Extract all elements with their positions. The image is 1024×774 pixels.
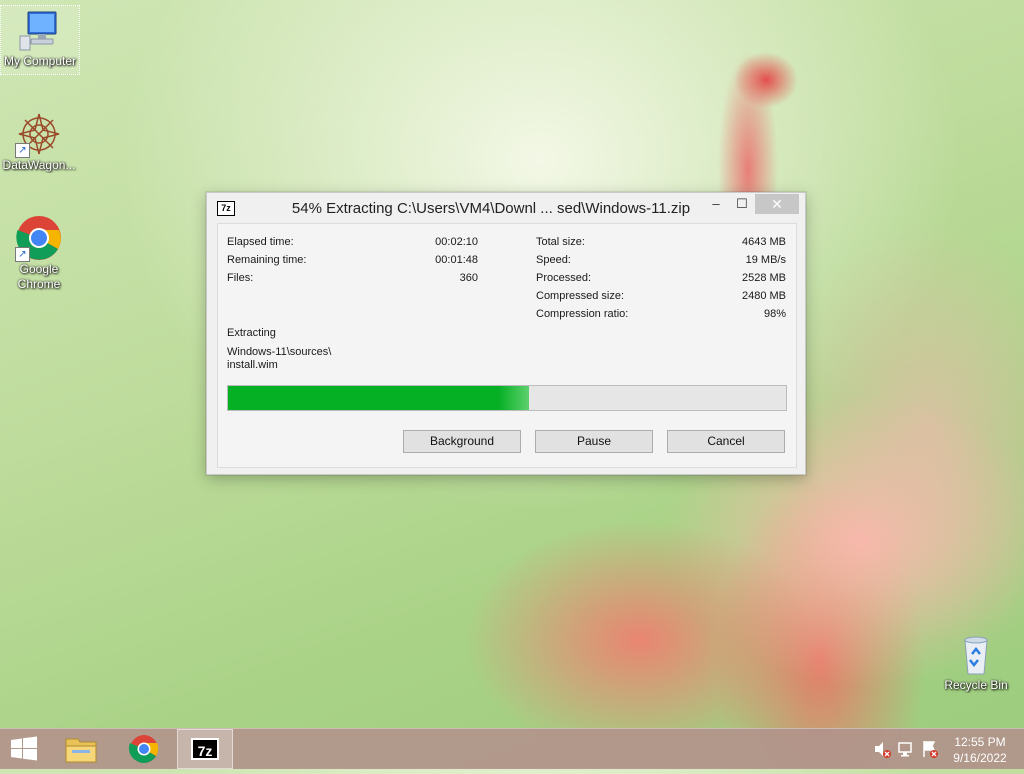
background-button[interactable]: Background bbox=[403, 430, 521, 453]
stat-label: Total size: bbox=[536, 236, 585, 248]
stat-value: 2528 MB bbox=[741, 272, 786, 284]
taskbar-7zip[interactable]: 7z bbox=[177, 729, 233, 769]
stat-row-remaining: Remaining time: 00:01:48 bbox=[227, 254, 478, 272]
taskbar-clock[interactable]: 12:55 PM 9/16/2022 bbox=[945, 734, 1015, 766]
dialog-titlebar[interactable]: 7z 54% Extracting C:\Users\VM4\Downl ...… bbox=[207, 193, 805, 223]
file-explorer-icon bbox=[65, 738, 97, 763]
shortcut-arrow-icon: ↗ bbox=[15, 143, 30, 158]
desktop-icon-label: DataWagon... bbox=[2, 158, 76, 172]
current-file-path: Windows-11\sources\ install.wim bbox=[227, 346, 427, 372]
status-label: Extracting bbox=[227, 327, 276, 339]
clock-time: 12:55 PM bbox=[954, 735, 1006, 749]
pause-button[interactable]: Pause bbox=[535, 430, 653, 453]
desktop-icon-datawagon[interactable]: ↗ DataWagon... bbox=[0, 110, 78, 173]
desktop-icon-label: Recycle Bin bbox=[944, 678, 1008, 692]
stat-row-processed: Processed: 2528 MB bbox=[536, 272, 786, 290]
stat-label: Compression ratio: bbox=[536, 308, 629, 320]
stat-value: 98% bbox=[763, 308, 786, 320]
action-center-button[interactable] bbox=[920, 729, 940, 769]
desktop-icon-google-chrome[interactable]: ↗ Google Chrome bbox=[0, 214, 78, 292]
volume-button[interactable] bbox=[872, 729, 892, 769]
action-center-icon bbox=[923, 741, 938, 758]
stat-label: Elapsed time: bbox=[227, 236, 294, 248]
start-windows-icon bbox=[11, 736, 37, 761]
stat-value: 00:02:10 bbox=[435, 236, 478, 248]
stat-label: Compressed size: bbox=[536, 290, 625, 302]
stat-label: Processed: bbox=[536, 272, 592, 284]
stat-value: 00:01:48 bbox=[435, 254, 478, 266]
network-icon bbox=[898, 742, 912, 757]
volume-muted-icon bbox=[875, 742, 891, 758]
chrome-icon: ↗ bbox=[15, 214, 63, 262]
taskbar: 7z 12:55 PM 9/16/2022 bbox=[0, 728, 1024, 769]
taskbar-chrome[interactable] bbox=[116, 729, 172, 769]
progress-bar bbox=[227, 385, 787, 411]
desktop-icon-label: Google Chrome bbox=[17, 262, 61, 291]
start-button[interactable] bbox=[0, 729, 48, 769]
computer-icon bbox=[16, 6, 64, 54]
stat-value: 19 MB/s bbox=[745, 254, 786, 266]
extract-progress-dialog: 7z 54% Extracting C:\Users\VM4\Downl ...… bbox=[206, 192, 806, 475]
dialog-content: Elapsed time: 00:02:10 Remaining time: 0… bbox=[217, 223, 797, 468]
stat-row-compressed-size: Compressed size: 2480 MB bbox=[536, 290, 786, 308]
stat-value: 2480 MB bbox=[741, 290, 786, 302]
recycle-bin-icon bbox=[952, 630, 1000, 678]
cancel-button[interactable]: Cancel bbox=[667, 430, 785, 453]
datawagon-icon: ↗ bbox=[15, 110, 63, 158]
stat-label: Files: bbox=[227, 272, 254, 284]
minimize-button[interactable]: – bbox=[703, 194, 729, 214]
stat-row-compression-ratio: Compression ratio: 98% bbox=[536, 308, 786, 326]
desktop-icon-label: My Computer bbox=[3, 54, 77, 68]
progress-bar-fill bbox=[228, 386, 530, 410]
stat-row-elapsed: Elapsed time: 00:02:10 bbox=[227, 236, 478, 254]
shortcut-arrow-icon: ↗ bbox=[15, 247, 30, 262]
stat-row-files: Files: 360 bbox=[227, 272, 478, 290]
stat-row-speed: Speed: 19 MB/s bbox=[536, 254, 786, 272]
time-stats: Elapsed time: 00:02:10 Remaining time: 0… bbox=[227, 236, 478, 290]
clock-date: 9/16/2022 bbox=[953, 751, 1007, 765]
stat-value: 360 bbox=[459, 272, 478, 284]
current-file-path-line: install.wim bbox=[227, 359, 278, 371]
desktop-icon-my-computer[interactable]: My Computer bbox=[0, 5, 80, 75]
desktop-icon-recycle-bin[interactable]: Recycle Bin bbox=[937, 630, 1015, 693]
stat-value: 4643 MB bbox=[741, 236, 786, 248]
taskbar-file-explorer[interactable] bbox=[56, 729, 106, 769]
current-file-path-line: Windows-11\sources\ bbox=[227, 346, 332, 358]
maximize-button[interactable]: ☐ bbox=[729, 194, 755, 214]
close-button[interactable]: ✕ bbox=[755, 194, 799, 214]
size-stats: Total size: 4643 MB Speed: 19 MB/s Proce… bbox=[536, 236, 786, 326]
network-button[interactable] bbox=[896, 729, 916, 769]
stat-row-total-size: Total size: 4643 MB bbox=[536, 236, 786, 254]
stat-label: Remaining time: bbox=[227, 254, 307, 266]
stat-label: Speed: bbox=[536, 254, 571, 266]
7zip-icon: 7z bbox=[191, 738, 219, 760]
chrome-icon bbox=[128, 735, 159, 763]
